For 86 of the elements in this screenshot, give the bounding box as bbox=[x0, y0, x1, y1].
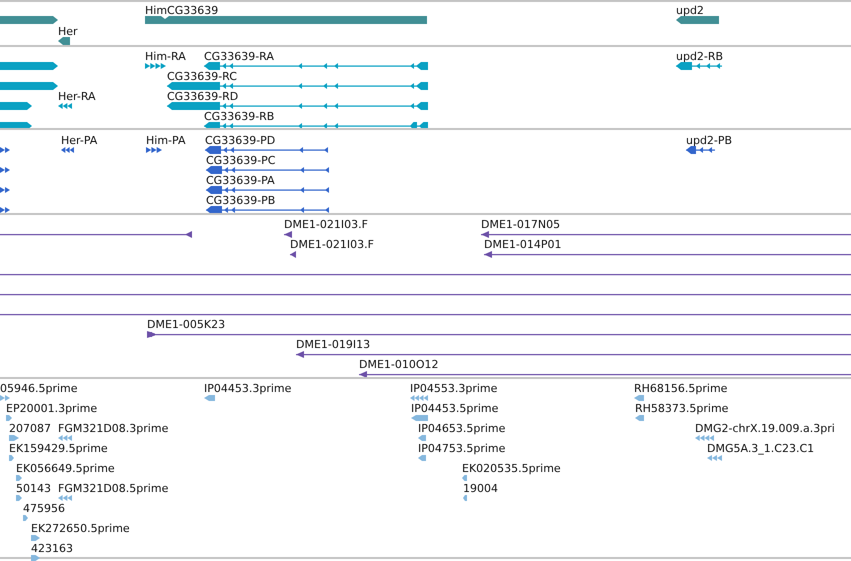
feature-label: DME1-021I03.F bbox=[284, 218, 368, 231]
feature-label: FGM321D08.3prime bbox=[58, 422, 168, 435]
transcript-glyph bbox=[676, 62, 722, 70]
feature-label: IP04453.3prime bbox=[204, 382, 292, 395]
feature-label: DMG5A.3_1.C23.C1 bbox=[707, 442, 814, 455]
est-glyph bbox=[463, 495, 467, 501]
feature-label: DME1-017N05 bbox=[481, 218, 560, 231]
feature-label: DMG2-chrX.19.009.a.3pri bbox=[695, 422, 835, 435]
feature-label: CG33639-PC bbox=[206, 154, 276, 167]
feature-label: CG33639-RA bbox=[204, 50, 274, 63]
feature-label: 207087 bbox=[9, 422, 51, 435]
protein-glyph bbox=[61, 147, 74, 153]
est-glyph bbox=[410, 395, 428, 401]
feature-label: 19004 bbox=[463, 482, 498, 495]
est-glyph bbox=[204, 395, 215, 401]
feature-label: EK159429.5prime bbox=[9, 442, 108, 455]
est-glyph bbox=[23, 515, 28, 521]
transcript-glyph bbox=[0, 82, 58, 90]
est-glyph bbox=[462, 475, 467, 481]
protein-glyph bbox=[146, 147, 162, 153]
clone-glyph bbox=[284, 230, 292, 238]
feature-label: DME1-010O12 bbox=[359, 358, 439, 371]
est-glyph bbox=[16, 475, 22, 481]
feature-label: upd2-PB bbox=[686, 134, 732, 147]
est-glyph bbox=[411, 415, 428, 421]
feature-label: DME1-014P01 bbox=[484, 238, 562, 251]
feature-label: DME1-019I13 bbox=[296, 338, 370, 351]
feature-label: 423163 bbox=[31, 542, 73, 555]
feature-label: 05946.5prime bbox=[0, 382, 78, 395]
feature-label: IP04453.5prime bbox=[411, 402, 498, 415]
est-glyph bbox=[31, 555, 40, 561]
feature-label: CG33639-PD bbox=[205, 134, 276, 147]
gene-glyph bbox=[0, 16, 58, 24]
gene-glyph bbox=[58, 37, 70, 45]
est-glyph bbox=[418, 455, 426, 461]
protein-glyph bbox=[0, 167, 10, 173]
feature-label: IP04653.5prime bbox=[418, 422, 506, 435]
feature-label: Her-PA bbox=[61, 134, 98, 147]
protein-glyph bbox=[0, 187, 10, 193]
est-glyph bbox=[9, 455, 14, 461]
feature-label: upd2 bbox=[676, 4, 704, 17]
est-glyph bbox=[6, 415, 12, 421]
feature-label: Her bbox=[58, 25, 78, 38]
est-glyph bbox=[9, 435, 19, 441]
feature-label: RH58373.5prime bbox=[635, 402, 728, 415]
est-glyph bbox=[418, 435, 426, 441]
protein-glyph bbox=[0, 207, 10, 213]
est-glyph bbox=[16, 495, 22, 501]
est-glyph bbox=[707, 455, 722, 461]
transcript-glyph bbox=[0, 102, 32, 110]
clone-glyph bbox=[290, 250, 296, 258]
feature-label: CG33639-PA bbox=[206, 174, 275, 187]
feature-label: Him-PA bbox=[146, 134, 186, 147]
feature-label: 475956 bbox=[23, 502, 65, 515]
feature-label: EP20001.3prime bbox=[6, 402, 98, 415]
feature-label: EK056649.5prime bbox=[16, 462, 115, 475]
feature-label: IP04753.5prime bbox=[418, 442, 506, 455]
feature-label: FGM321D08.5prime bbox=[58, 482, 168, 495]
feature-label: RH68156.5prime bbox=[634, 382, 728, 395]
transcript-glyph bbox=[145, 63, 166, 69]
feature-label: EK020535.5prime bbox=[462, 462, 561, 475]
est-glyph bbox=[635, 415, 644, 421]
feature-label: HimCG33639 bbox=[145, 4, 218, 17]
feature-label: IP04553.3prime bbox=[410, 382, 498, 395]
transcript-glyph bbox=[0, 62, 58, 70]
feature-label: Him-RA bbox=[145, 50, 186, 63]
feature-label: CG33639-RD bbox=[167, 90, 238, 103]
feature-label: CG33639-RC bbox=[167, 70, 237, 83]
feature-label: CG33639-RB bbox=[204, 110, 274, 123]
feature-label: Her-RA bbox=[58, 90, 96, 103]
est-glyph bbox=[695, 435, 714, 441]
protein-glyph bbox=[686, 146, 715, 154]
feature-label: CG33639-PB bbox=[206, 194, 276, 207]
feature-label: 50143 bbox=[16, 482, 51, 495]
feature-label: DME1-021I03.F bbox=[290, 238, 374, 251]
est-glyph bbox=[31, 535, 40, 541]
feature-label: EK272650.5prime bbox=[31, 522, 130, 535]
est-glyph bbox=[0, 395, 10, 401]
transcript-glyph bbox=[58, 103, 72, 109]
est-glyph bbox=[58, 435, 72, 441]
feature-label: upd2-RB bbox=[676, 50, 724, 63]
gene-glyph bbox=[676, 16, 719, 24]
protein-glyph bbox=[0, 147, 10, 153]
est-glyph bbox=[634, 395, 644, 401]
est-glyph bbox=[58, 495, 72, 501]
feature-label: DME1-005K23 bbox=[147, 318, 226, 331]
